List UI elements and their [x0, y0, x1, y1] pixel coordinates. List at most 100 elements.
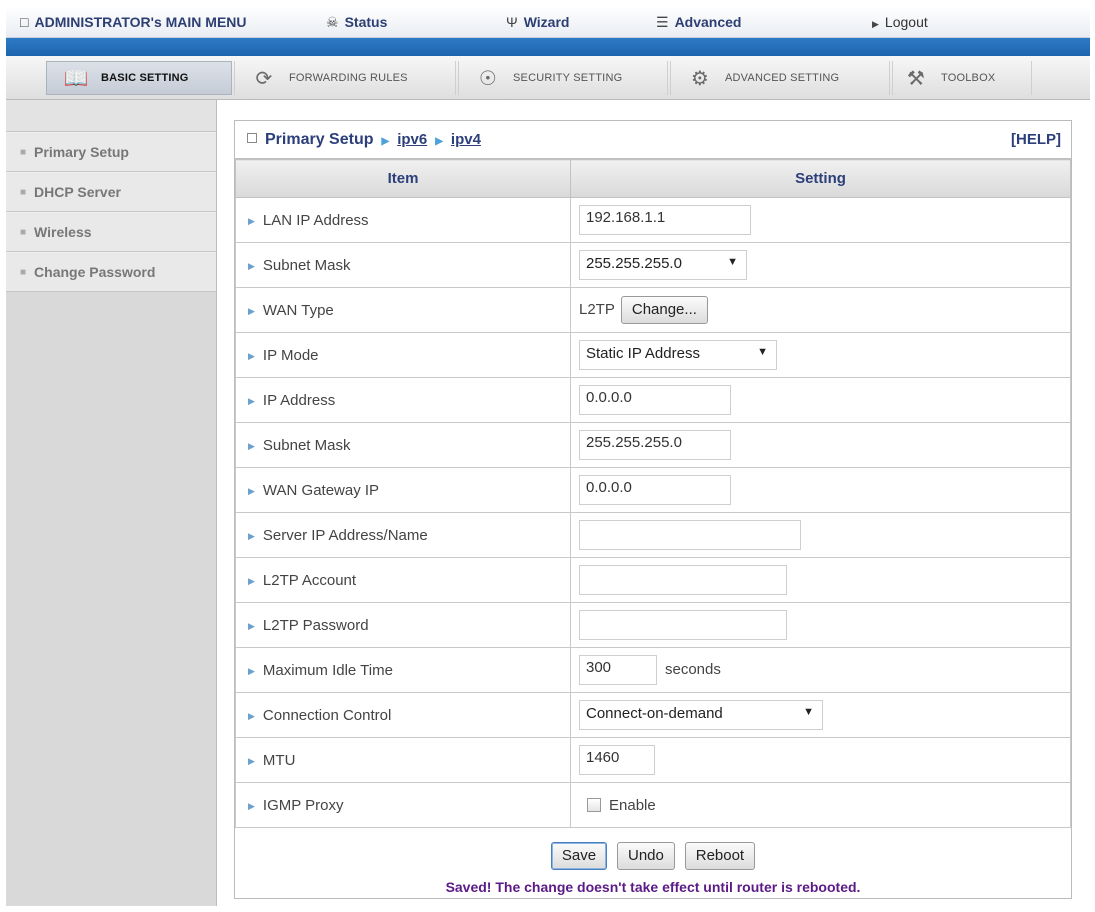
- tab-security-setting[interactable]: ☉ SECURITY SETTING: [458, 61, 668, 95]
- toolbox-icon: ⚒: [906, 67, 926, 90]
- sidebar-item-dhcp-server[interactable]: ■ DHCP Server: [6, 172, 216, 212]
- blue-header-strip: [6, 38, 1090, 56]
- row-arrow-icon: ▶: [248, 215, 255, 226]
- settings-table: Item Setting ▶ LAN IP Address 192.168.1.1…: [235, 159, 1071, 828]
- ip-address-label: IP Address: [262, 391, 336, 409]
- admin-main-menu-link[interactable]: □ ADMINISTRATOR's MAIN MENU: [20, 14, 247, 30]
- l2tp-account-input[interactable]: [579, 565, 787, 595]
- advanced-menu-link[interactable]: ☰ Advanced: [656, 14, 741, 31]
- wan-subnet-mask-input[interactable]: 255.255.255.0: [579, 430, 731, 460]
- change-wan-type-button[interactable]: Change...: [620, 296, 708, 324]
- column-header-setting: Setting: [570, 159, 1071, 198]
- bullet-icon: ■: [20, 226, 27, 238]
- server-ip-label: Server IP Address/Name: [262, 526, 428, 544]
- form-footer: Save Undo Reboot Saved! The change doesn…: [235, 834, 1071, 898]
- l2tp-password-label: L2TP Password: [262, 616, 369, 634]
- tab-toolbox-label: TOOLBOX: [941, 72, 996, 84]
- wizard-icon: Ψ: [506, 14, 518, 30]
- status-menu-link[interactable]: ☠ Status: [326, 14, 387, 31]
- bullet-icon: ■: [20, 266, 27, 278]
- table-row: ▶ L2TP Account: [235, 557, 1071, 603]
- ip-mode-select[interactable]: Static IP Address ▼: [579, 340, 777, 370]
- wan-subnet-mask-label: Subnet Mask: [262, 436, 351, 454]
- bullet-icon: ■: [20, 186, 27, 198]
- column-header-item: Item: [235, 159, 571, 198]
- row-arrow-icon: ▶: [248, 755, 255, 766]
- max-idle-time-input[interactable]: 300: [579, 655, 657, 685]
- row-arrow-icon: ▶: [248, 710, 255, 721]
- tab-basic-setting-label: BASIC SETTING: [101, 72, 189, 84]
- tab-security-setting-label: SECURITY SETTING: [513, 72, 623, 84]
- breadcrumb-arrow-icon: ▶: [381, 136, 390, 147]
- advanced-icon: ☰: [656, 14, 669, 30]
- ip-mode-label: IP Mode: [262, 346, 319, 364]
- bullet-icon: ■: [20, 146, 27, 158]
- row-arrow-icon: ▶: [248, 395, 255, 406]
- table-row: ▶ Subnet Mask 255.255.255.0 ▼: [235, 242, 1071, 288]
- mtu-label: MTU: [262, 751, 296, 769]
- admin-main-menu-label: ADMINISTRATOR's MAIN MENU: [34, 14, 247, 30]
- row-arrow-icon: ▶: [248, 260, 255, 271]
- table-row: ▶ Server IP Address/Name: [235, 512, 1071, 558]
- connection-control-value: Connect-on-demand: [586, 705, 723, 722]
- sidebar-item-label: Wireless: [34, 224, 92, 240]
- ipv4-link[interactable]: ipv4: [451, 131, 481, 148]
- square-bullet-icon: [247, 133, 257, 143]
- tab-forwarding-rules[interactable]: ⟳ FORWARDING RULES: [234, 61, 456, 95]
- advanced-label: Advanced: [674, 14, 742, 30]
- reboot-button[interactable]: Reboot: [684, 842, 756, 870]
- row-arrow-icon: ▶: [248, 620, 255, 631]
- ip-address-input[interactable]: 0.0.0.0: [579, 385, 731, 415]
- table-row: ▶ IP Mode Static IP Address ▼: [235, 332, 1071, 378]
- advanced-setting-icon: ⚙: [690, 67, 710, 90]
- sidebar-item-wireless[interactable]: ■ Wireless: [6, 212, 216, 252]
- sidebar-item-primary-setup[interactable]: ■ Primary Setup: [6, 132, 216, 172]
- lan-subnet-mask-value: 255.255.255.0: [586, 255, 682, 272]
- igmp-enable-checkbox[interactable]: [587, 797, 601, 812]
- save-status-message: Saved! The change doesn't take effect un…: [445, 879, 861, 895]
- logout-link[interactable]: ▶ Logout: [872, 14, 928, 30]
- table-row: ▶ Subnet Mask 255.255.255.0: [235, 422, 1071, 468]
- sidebar-item-change-password[interactable]: ■ Change Password: [6, 252, 216, 292]
- table-row: ▶ IGMP Proxy Enable: [235, 782, 1071, 828]
- sidebar-item-label: DHCP Server: [34, 184, 121, 200]
- page-title: Primary Setup: [265, 131, 374, 148]
- wizard-menu-link[interactable]: Ψ Wizard: [506, 14, 569, 30]
- row-arrow-icon: ▶: [248, 665, 255, 676]
- connection-control-select[interactable]: Connect-on-demand ▼: [579, 700, 823, 730]
- row-arrow-icon: ▶: [248, 530, 255, 541]
- idle-unit-label: seconds: [665, 660, 721, 678]
- top-menu-bar: □ ADMINISTRATOR's MAIN MENU ☠ Status Ψ Wiza…: [6, 6, 1090, 38]
- forwarding-arrows-icon: ⟳: [255, 67, 273, 90]
- wan-gateway-input[interactable]: 0.0.0.0: [579, 475, 731, 505]
- chevron-down-icon: ▼: [803, 706, 814, 718]
- row-arrow-icon: ▶: [248, 800, 255, 811]
- tab-advanced-setting[interactable]: ⚙ ADVANCED SETTING: [670, 61, 890, 95]
- server-ip-input[interactable]: [579, 520, 801, 550]
- lan-subnet-mask-select[interactable]: 255.255.255.0 ▼: [579, 250, 747, 280]
- logout-label: Logout: [884, 14, 928, 30]
- security-icon: ☉: [478, 67, 498, 90]
- breadcrumb-arrow-icon: ▶: [435, 136, 443, 147]
- book-icon: 📖: [63, 67, 89, 90]
- table-row: ▶ IP Address 0.0.0.0: [235, 377, 1071, 423]
- row-arrow-icon: ▶: [248, 305, 255, 316]
- help-link[interactable]: [HELP]: [1011, 131, 1061, 148]
- lan-ip-input[interactable]: 192.168.1.1: [579, 205, 751, 235]
- max-idle-time-label: Maximum Idle Time: [262, 661, 393, 679]
- row-arrow-icon: ▶: [248, 575, 255, 586]
- l2tp-password-input[interactable]: [579, 610, 787, 640]
- ipv6-link[interactable]: ipv6: [397, 131, 427, 148]
- ip-mode-value: Static IP Address: [586, 345, 700, 362]
- save-button[interactable]: Save: [550, 842, 608, 870]
- breadcrumb: Primary Setup ▶ ipv6 ▶ ipv4 [HELP]: [235, 121, 1071, 159]
- tab-basic-setting[interactable]: 📖 BASIC SETTING: [46, 61, 232, 95]
- mtu-input[interactable]: 1460: [579, 745, 655, 775]
- arrow-right-icon: ▶: [872, 19, 879, 29]
- table-row: ▶ LAN IP Address 192.168.1.1: [235, 197, 1071, 243]
- chevron-down-icon: ▼: [727, 256, 738, 268]
- tab-toolbox[interactable]: ⚒ TOOLBOX: [892, 61, 1032, 95]
- row-arrow-icon: ▶: [248, 350, 255, 361]
- tab-forwarding-rules-label: FORWARDING RULES: [289, 72, 408, 84]
- undo-button[interactable]: Undo: [616, 842, 675, 870]
